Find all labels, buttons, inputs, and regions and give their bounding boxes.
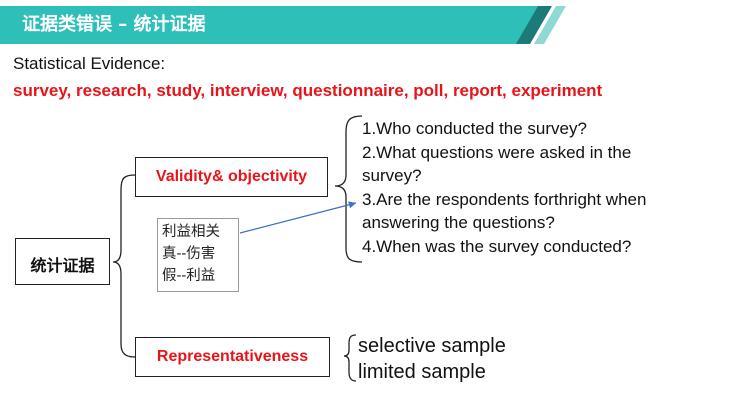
title-banner: 证据类错误 – 统计证据 (0, 0, 733, 48)
question-line: survey? (362, 166, 422, 185)
validity-box: Validity& objectivity (135, 157, 328, 197)
note-box: 利益相关 真--伤害 假--利益 (157, 218, 239, 292)
note-line: 利益相关 (162, 224, 220, 240)
questions-brace (334, 115, 363, 263)
sample-list: selective sample limited sample (358, 333, 506, 385)
question-line: 4.When was the survey conducted? (362, 236, 632, 256)
note-line: 真--伤害 (162, 246, 216, 262)
main-brace (112, 174, 136, 358)
sample-item: limited sample (358, 361, 486, 383)
keywords-list: survey, research, study, interview, ques… (13, 81, 603, 100)
root-box: 统计证据 (15, 238, 110, 285)
question-line: 1.Who conducted the survey? (362, 119, 587, 138)
sample-item: selective sample (358, 335, 506, 357)
section-heading: Statistical Evidence: (13, 54, 166, 73)
representativeness-box: Representativeness (135, 337, 330, 377)
validity-label: Validity& objectivity (155, 168, 308, 185)
validity-questions: 1.Who conducted the survey? 2.What quest… (362, 117, 646, 258)
question-line: 2.What questions were asked in the (362, 142, 632, 162)
root-label: 统计证据 (30, 256, 95, 275)
question-line: answering the questions? (362, 213, 555, 232)
question-line: 3.Are the respondents forthright when (362, 189, 647, 209)
samples-brace (343, 334, 357, 382)
note-arrow (239, 201, 357, 234)
note-line: 假--利益 (162, 268, 216, 284)
representativeness-label: Representativeness (156, 348, 309, 365)
banner-title: 证据类错误 – 统计证据 (22, 14, 206, 35)
